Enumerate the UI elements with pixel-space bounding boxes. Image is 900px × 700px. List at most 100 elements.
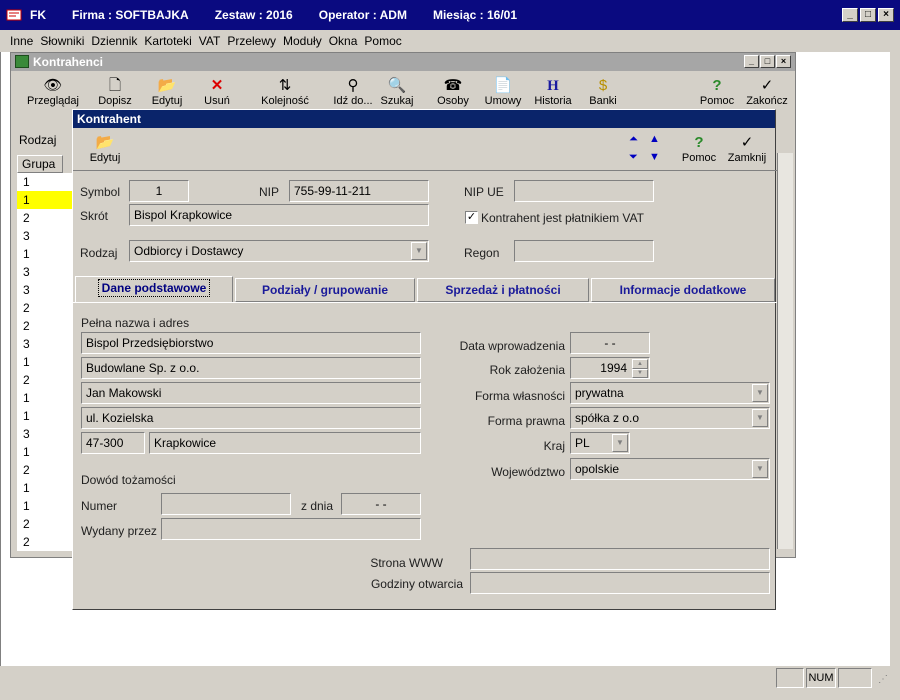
- next-record-icon[interactable]: ▼: [649, 152, 660, 163]
- numer-field[interactable]: [161, 493, 291, 515]
- forma-prawna-select[interactable]: spółka z o.o ▼: [570, 407, 770, 429]
- checkmark-icon: ✓: [760, 77, 774, 94]
- menu-dziennik[interactable]: Dziennik: [91, 34, 137, 48]
- menu-inne[interactable]: Inne: [10, 34, 33, 48]
- menu-moduly[interactable]: Moduły: [283, 34, 322, 48]
- menu-pomoc[interactable]: Pomoc: [364, 34, 401, 48]
- grid-row[interactable]: 2: [17, 209, 77, 227]
- banki-button[interactable]: $ Banki: [575, 77, 631, 107]
- data-wprowadzenia-field[interactable]: - -: [570, 332, 650, 354]
- app-name: FK: [30, 8, 46, 22]
- symbol-field[interactable]: 1: [129, 180, 189, 202]
- nip-field[interactable]: 755-99-11-211: [289, 180, 429, 202]
- rok-zalozenia-field[interactable]: 1994 ▲ ▼: [570, 357, 650, 379]
- osoby-button[interactable]: ☎ Osoby: [425, 77, 481, 107]
- zdnia-field[interactable]: - -: [341, 493, 421, 515]
- child-close-button[interactable]: ×: [776, 55, 791, 68]
- wojewodztwo-value: opolskie: [575, 462, 620, 476]
- child-minimize-button[interactable]: _: [744, 55, 759, 68]
- grid-row[interactable]: 2: [17, 515, 77, 533]
- menu-vat[interactable]: VAT: [199, 34, 221, 48]
- przegladaj-button[interactable]: 👁 Przeglądaj: [25, 77, 81, 107]
- child-maximize-button[interactable]: □: [760, 55, 775, 68]
- grid-row[interactable]: 2: [17, 533, 77, 551]
- toolbar-divider: [73, 170, 777, 171]
- menu-okna[interactable]: Okna: [329, 34, 358, 48]
- grid-row[interactable]: 1: [17, 173, 77, 191]
- spin-up-icon[interactable]: ▲: [632, 359, 648, 369]
- address-line-3[interactable]: Jan Makowski: [81, 382, 421, 404]
- dopisz-button[interactable]: 🗋 Dopisz: [87, 77, 143, 107]
- rodzaj-select[interactable]: Odbiorcy i Dostawcy ▼: [129, 240, 429, 262]
- dialog-edytuj-button[interactable]: 📂 Edytuj: [77, 134, 133, 164]
- grid-row[interactable]: 1: [17, 497, 77, 515]
- zakoncz-button[interactable]: ✓ Zakończ: [739, 77, 795, 107]
- skrot-field[interactable]: Bispol Krapkowice: [129, 204, 429, 226]
- address-line-2[interactable]: Budowlane Sp. z o.o.: [81, 357, 421, 379]
- rodzaj-value: Odbiorcy i Dostawcy: [134, 244, 244, 258]
- grupa-column-header[interactable]: Grupa: [17, 155, 63, 173]
- regon-field[interactable]: [514, 240, 654, 262]
- menu-slowniki[interactable]: Słowniki: [40, 34, 84, 48]
- minimize-button[interactable]: _: [842, 8, 858, 22]
- maximize-button[interactable]: □: [860, 8, 876, 22]
- open-folder-icon: 📂: [95, 134, 115, 151]
- city-field[interactable]: Krapkowice: [149, 432, 421, 454]
- godziny-field[interactable]: [470, 572, 770, 594]
- spin-down-icon[interactable]: ▼: [632, 369, 648, 378]
- grid-row[interactable]: 1: [17, 245, 77, 263]
- usun-button[interactable]: ✕ Usuń: [189, 77, 245, 107]
- kraj-select[interactable]: PL ▼: [570, 432, 630, 454]
- tab-informacje[interactable]: Informacje dodatkowe: [591, 278, 775, 302]
- grid-row[interactable]: 1: [17, 407, 77, 425]
- forma-wlasnosci-select[interactable]: prywatna ▼: [570, 382, 770, 404]
- prev-record-icon[interactable]: ▲: [649, 134, 660, 145]
- grid-row[interactable]: 2: [17, 461, 77, 479]
- nipue-field[interactable]: [514, 180, 654, 202]
- dialog-zamknij-button[interactable]: ✓ Zamknij: [719, 134, 775, 164]
- grid-row[interactable]: 1: [17, 389, 77, 407]
- address-line-4[interactable]: ul. Kozielska: [81, 407, 421, 429]
- pomoc-button[interactable]: ? Pomoc: [689, 77, 745, 107]
- www-field[interactable]: [470, 548, 770, 570]
- szukaj-button[interactable]: 🔍 Szukaj: [369, 77, 425, 107]
- historia-button[interactable]: H Historia: [525, 77, 581, 107]
- grid-row[interactable]: 2: [17, 317, 77, 335]
- address-line-1[interactable]: Bispol Przedsiębiorstwo: [81, 332, 421, 354]
- close-button[interactable]: ×: [878, 8, 894, 22]
- umowy-button[interactable]: 📄 Umowy: [475, 77, 531, 107]
- open-folder-icon: 📂: [157, 77, 177, 94]
- chevron-down-icon[interactable]: ▼: [752, 409, 768, 427]
- grid-row[interactable]: 3: [17, 281, 77, 299]
- grid-row[interactable]: 3: [17, 263, 77, 281]
- chevron-down-icon[interactable]: ▼: [411, 242, 427, 260]
- tab-sprzedaz[interactable]: Sprzedaż i płatności: [417, 278, 589, 302]
- tab-podzialy[interactable]: Podziały / grupowanie: [235, 278, 415, 302]
- grid-row[interactable]: 1: [17, 443, 77, 461]
- magnifier-icon: 🔍: [387, 77, 407, 94]
- tab-dane-podstawowe[interactable]: Dane podstawowe: [75, 276, 233, 302]
- vat-checkbox[interactable]: ✓: [465, 211, 478, 224]
- chevron-down-icon[interactable]: ▼: [752, 460, 768, 478]
- grid-row[interactable]: 2: [17, 299, 77, 317]
- menu-kartoteki[interactable]: Kartoteki: [144, 34, 191, 48]
- resize-grip-icon[interactable]: ⋰: [878, 674, 888, 685]
- grid-scrollbar[interactable]: [777, 153, 793, 549]
- postal-code-field[interactable]: 47-300: [81, 432, 145, 454]
- edytuj-button[interactable]: 📂 Edytuj: [139, 77, 195, 107]
- first-record-icon[interactable]: ⏶: [629, 134, 638, 145]
- grid-row[interactable]: 3: [17, 425, 77, 443]
- grid-row[interactable]: 1: [17, 479, 77, 497]
- grid-row[interactable]: 2: [17, 371, 77, 389]
- last-record-icon[interactable]: ⏷: [629, 152, 638, 163]
- chevron-down-icon[interactable]: ▼: [752, 384, 768, 402]
- wydany-field[interactable]: [161, 518, 421, 540]
- grid-row[interactable]: 1: [17, 353, 77, 371]
- wojewodztwo-select[interactable]: opolskie ▼: [570, 458, 770, 480]
- grid-row[interactable]: 3: [17, 335, 77, 353]
- grid-row[interactable]: 3: [17, 227, 77, 245]
- menu-przelewy[interactable]: Przelewy: [227, 34, 276, 48]
- grid-row-selected[interactable]: 1: [17, 191, 77, 209]
- kolejnosc-button[interactable]: ⇅ Kolejność: [257, 77, 313, 107]
- chevron-down-icon[interactable]: ▼: [612, 434, 628, 452]
